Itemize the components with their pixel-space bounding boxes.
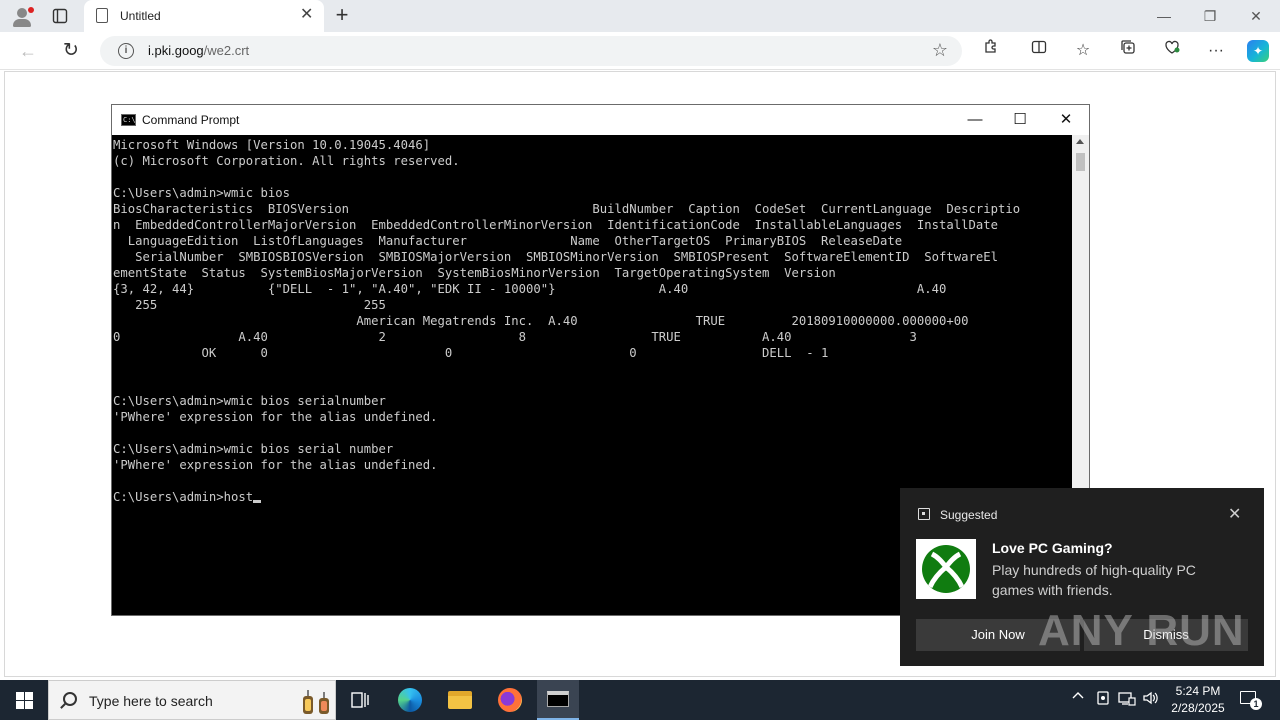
console-text: Microsoft Windows [Version 10.0.19045.40…	[113, 137, 1020, 505]
console-line: 0 A.40 2 8 TRUE A.40 3	[113, 330, 917, 344]
extensions-icon[interactable]	[978, 39, 1004, 63]
cmd-titlebar[interactable]: C:\ Command Prompt — ☐ ✕	[112, 105, 1089, 135]
back-button[interactable]: ←	[15, 39, 41, 63]
scroll-up-arrow-icon[interactable]	[1076, 139, 1084, 144]
volume-icon[interactable]	[1142, 690, 1160, 709]
copilot-icon[interactable]: ✦	[1247, 40, 1269, 62]
browser-essentials-icon[interactable]	[1159, 39, 1185, 63]
notifications-icon[interactable]: 1	[1240, 688, 1262, 710]
address-bar[interactable]: i i.pki.goog/we2.crt ☆	[100, 36, 962, 66]
profile-icon[interactable]	[8, 4, 36, 28]
command-prompt-taskbar-icon[interactable]	[537, 680, 579, 720]
clock-date: 2/28/2025	[1171, 701, 1225, 715]
minimize-icon[interactable]: —	[1152, 6, 1176, 26]
tab-title: Untitled	[120, 9, 161, 23]
cmd-window-title: Command Prompt	[142, 113, 240, 127]
console-line: {3, 42, 44} {"DELL - 1", "A.40", "EDK II…	[113, 282, 947, 296]
browser-tab-bar: Untitled ✕ + — ❐ ✕	[0, 0, 1280, 32]
url-text[interactable]: i.pki.goog/we2.crt	[148, 43, 249, 58]
show-hidden-icons-icon[interactable]	[1072, 690, 1084, 705]
console-prompt-line: C:\Users\admin>host	[113, 489, 1020, 505]
notification-toast[interactable]: Suggested ✕ Love PC Gaming? Play hundred…	[900, 488, 1264, 666]
console-line: OK 0 0 0 DELL - 1	[113, 346, 829, 360]
collections-icon[interactable]	[1115, 39, 1141, 63]
toast-header: Suggested	[940, 508, 998, 522]
lantern-decoration-icon	[303, 690, 329, 714]
split-screen-icon[interactable]	[1026, 39, 1052, 63]
url-path: /we2.crt	[203, 43, 250, 58]
console-line: 'PWhere' expression for the alias undefi…	[113, 458, 438, 472]
console-line: ementState Status SystemBiosMajorVersion…	[113, 266, 836, 280]
restore-icon[interactable]: ❐	[1198, 6, 1222, 26]
start-button[interactable]	[0, 680, 48, 720]
console-line: American Megatrends Inc. A.40 TRUE 20180…	[113, 314, 969, 328]
join-now-button[interactable]: Join Now	[916, 619, 1080, 651]
security-tray-icon[interactable]	[1096, 690, 1110, 709]
more-options-icon[interactable]: ···	[1203, 39, 1229, 63]
toast-close-icon[interactable]: ✕	[1228, 504, 1241, 524]
toast-body: Play hundreds of high-quality PC games w…	[992, 562, 1196, 598]
console-line: C:\Users\admin>wmic bios	[113, 186, 291, 200]
edge-browser-icon[interactable]	[390, 684, 430, 716]
console-line: BiosCharacteristics BIOSVersion BuildNum…	[113, 202, 1021, 216]
console-line: C:\Users\admin>wmic bios serial number	[113, 442, 394, 456]
taskbar-clock[interactable]: 5:24 PM 2/28/2025	[1160, 683, 1236, 717]
browser-toolbar: ← ↻ i i.pki.goog/we2.crt ☆ ☆ ··· ✦	[0, 32, 1280, 70]
console-line: SerialNumber SMBIOSBIOSVersion SMBIOSMaj…	[113, 250, 999, 264]
cmd-minimize-icon[interactable]: —	[960, 110, 990, 130]
console-line: Microsoft Windows [Version 10.0.19045.40…	[113, 138, 431, 152]
tab-actions-icon[interactable]	[48, 6, 72, 26]
search-placeholder: Type here to search	[89, 693, 213, 709]
favorite-star-icon[interactable]: ☆	[932, 40, 948, 61]
scroll-thumb[interactable]	[1076, 153, 1085, 171]
firefox-icon[interactable]	[490, 684, 530, 716]
favorites-icon[interactable]: ☆	[1070, 39, 1096, 63]
taskbar: Type here to search 5:24 PM 2/28/2025 1	[0, 680, 1280, 720]
search-icon	[63, 692, 77, 706]
url-host: i.pki.goog	[148, 43, 204, 58]
cmd-close-icon[interactable]: ✕	[1051, 110, 1081, 130]
notification-count-badge: 1	[1250, 698, 1262, 710]
console-line: LanguageEdition ListOfLanguages Manufact…	[113, 234, 903, 248]
tab-close-icon[interactable]: ✕	[300, 7, 313, 23]
page-icon	[96, 8, 108, 23]
clock-time: 5:24 PM	[1175, 684, 1221, 698]
tab-untitled[interactable]: Untitled ✕	[84, 0, 324, 32]
console-line: 'PWhere' expression for the alias undefi…	[113, 410, 438, 424]
text-cursor	[253, 500, 262, 503]
console-line: n EmbeddedControllerMajorVersion Embedde…	[113, 218, 999, 232]
network-icon[interactable]	[1118, 690, 1136, 709]
new-tab-button[interactable]: +	[330, 3, 354, 27]
dismiss-button[interactable]: Dismiss	[1084, 619, 1248, 651]
suggested-icon	[918, 508, 930, 520]
console-line: C:\Users\admin>wmic bios serialnumber	[113, 394, 386, 408]
cmd-app-icon: C:\	[121, 114, 136, 126]
task-view-icon[interactable]	[340, 684, 380, 716]
prompt-text: C:\Users\admin>host	[113, 490, 254, 504]
site-info-icon[interactable]: i	[118, 43, 134, 59]
refresh-button[interactable]: ↻	[58, 39, 84, 63]
console-line: 255 255	[113, 298, 386, 312]
close-icon[interactable]: ✕	[1244, 6, 1268, 26]
xbox-logo-icon	[916, 539, 976, 599]
toast-title: Love PC Gaming?	[992, 540, 1113, 556]
console-line: (c) Microsoft Corporation. All rights re…	[113, 154, 460, 168]
cmd-maximize-icon[interactable]: ☐	[1005, 110, 1035, 130]
file-explorer-icon[interactable]	[440, 684, 480, 716]
taskbar-search-box[interactable]: Type here to search	[48, 680, 336, 720]
windows-logo-icon	[15, 691, 33, 709]
